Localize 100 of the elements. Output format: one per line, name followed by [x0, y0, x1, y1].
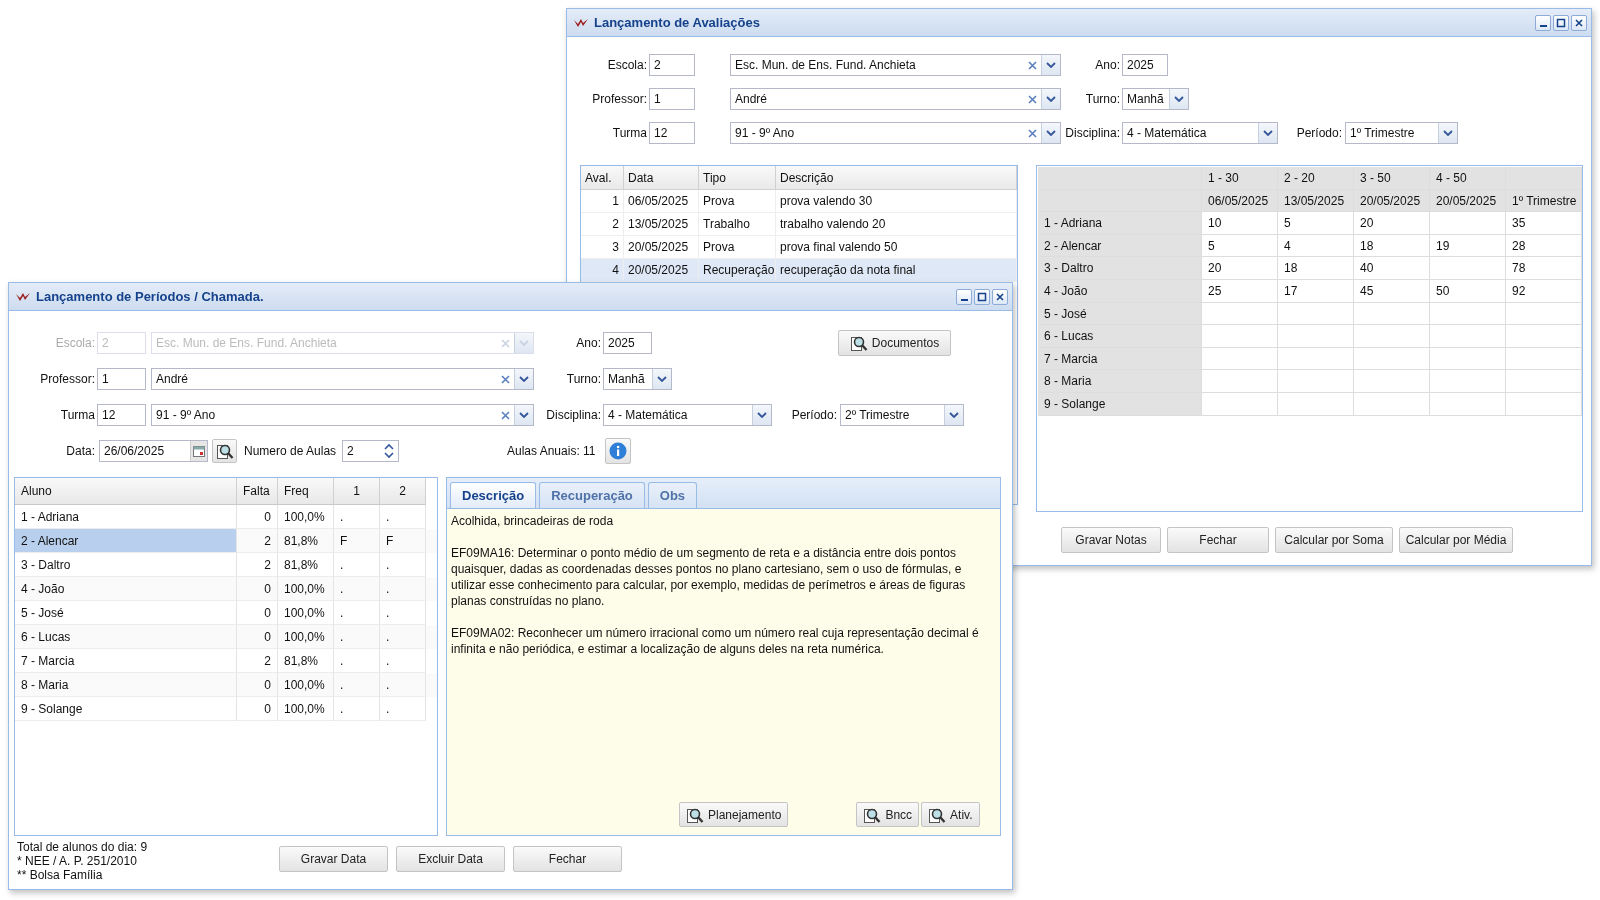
action-button[interactable]: Bncc — [856, 802, 920, 827]
action-button[interactable]: Ativ. — [921, 802, 980, 827]
caret-down-icon[interactable] — [652, 369, 671, 389]
maximize-button[interactable] — [974, 288, 990, 305]
year-field[interactable]: 2025 — [603, 332, 652, 354]
grade-cell[interactable]: 78 — [1506, 257, 1582, 280]
grade-cell[interactable]: 19 — [1430, 234, 1506, 258]
action-button[interactable]: Gravar Data — [279, 846, 388, 872]
grade-cell[interactable]: 18 — [1278, 257, 1354, 280]
empty-grade-cell[interactable] — [1430, 302, 1506, 326]
grade-cell[interactable]: 17 — [1278, 279, 1354, 303]
description-field[interactable]: Acolhida, brincadeiras de roda EF09MA16: Determinar o ponto médio de um segmento de reta e a distância entre dois pontos quaisquer, dadas as coordenadas desses pontos no plano cartesiano, sem o uso de fórmulas, e utilizar esse conhecimento para calcular, por exemplo, medidas de perímetros e áreas de figuras planas construídas no plano. EF09MA02: Reconhecer um número irracional como um número real cuja representação decimal é infinita e não periódica, e estimar a localização de alguns deles na reta numérica. — [447, 509, 1000, 802]
table-row[interactable]: 6 - Lucas 0 100,0% . . — [15, 625, 437, 649]
column-header[interactable]: Data — [624, 166, 699, 190]
grade-cell[interactable]: 20 — [1354, 212, 1430, 235]
table-row[interactable]: 4 - João 0 100,0% . . — [15, 577, 437, 601]
action-button[interactable]: Fechar — [513, 846, 622, 872]
empty-grade-cell[interactable] — [1354, 325, 1430, 348]
code-field[interactable]: 2 — [649, 54, 695, 76]
column-header[interactable]: Freq — [278, 478, 334, 505]
code-field[interactable]: 12 — [97, 404, 146, 426]
tab[interactable]: Descrição — [450, 482, 537, 508]
documents-button[interactable]: Documentos — [838, 330, 951, 356]
empty-grade-cell[interactable] — [1430, 370, 1506, 393]
empty-grade-cell[interactable] — [1354, 392, 1430, 416]
caret-down-icon[interactable] — [1258, 123, 1277, 143]
info-button[interactable] — [605, 438, 631, 464]
table-row[interactable]: 9 - Solange 0 100,0% . . — [15, 697, 437, 721]
grade-cell[interactable]: 28 — [1506, 234, 1582, 258]
column-header[interactable]: 2 — [380, 478, 426, 505]
caret-down-icon[interactable] — [1041, 123, 1060, 143]
tab[interactable]: Obs — [647, 482, 698, 508]
grade-cell[interactable]: 5 — [1202, 234, 1278, 258]
empty-grade-cell[interactable] — [1430, 212, 1506, 235]
column-header[interactable]: Falta — [237, 478, 278, 505]
column-header[interactable]: 1 — [334, 478, 380, 505]
grade-cell[interactable]: 10 — [1202, 212, 1278, 235]
action-button[interactable]: Planejamento — [679, 802, 789, 827]
empty-grade-cell[interactable] — [1278, 392, 1354, 416]
empty-grade-cell[interactable] — [1430, 257, 1506, 280]
number-spinner[interactable]: 2 — [342, 440, 399, 462]
dropdown[interactable]: 4 - Matemática — [1122, 122, 1278, 144]
grade-cell[interactable]: 92 — [1506, 279, 1582, 303]
name-combobox[interactable]: André — [151, 368, 534, 390]
table-row[interactable]: 8 - Maria 0 100,0% . . — [15, 673, 437, 697]
empty-grade-cell[interactable] — [1278, 370, 1354, 393]
close-button[interactable] — [992, 288, 1008, 305]
maximize-button[interactable] — [1553, 14, 1569, 31]
empty-grade-cell[interactable] — [1354, 370, 1430, 393]
grade-cell[interactable]: 35 — [1506, 212, 1582, 235]
name-combobox[interactable]: Esc. Mun. de Ens. Fund. Anchieta — [730, 54, 1061, 76]
date-field[interactable]: 26/06/2025 — [99, 440, 208, 462]
empty-grade-cell[interactable] — [1506, 325, 1582, 348]
caret-down-icon[interactable] — [514, 405, 533, 425]
name-combobox[interactable]: 91 - 9º Ano — [151, 404, 534, 426]
grade-cell[interactable]: 20 — [1202, 257, 1278, 280]
grade-cell[interactable]: 4 — [1278, 234, 1354, 258]
caret-down-icon[interactable] — [944, 405, 963, 425]
minimize-button[interactable] — [956, 288, 972, 305]
year-field[interactable]: 2025 — [1122, 54, 1168, 76]
code-field[interactable]: 1 — [97, 368, 146, 390]
grade-cell[interactable]: 50 — [1430, 279, 1506, 303]
dropdown[interactable]: Manhã — [603, 368, 672, 390]
dropdown[interactable]: Manhã — [1122, 88, 1189, 110]
caret-down-icon[interactable] — [1169, 89, 1188, 109]
empty-grade-cell[interactable] — [1430, 347, 1506, 371]
action-button[interactable]: Fechar — [1167, 527, 1269, 553]
close-button[interactable] — [1571, 14, 1587, 31]
calendar-icon[interactable] — [190, 441, 207, 461]
table-row[interactable]: 2 - Alencar 2 81,8% F F — [15, 529, 437, 553]
caret-down-icon[interactable] — [1041, 55, 1060, 75]
table-row[interactable]: 2 13/05/2025 Trabalho trabalho valendo 20 — [581, 213, 1017, 236]
minimize-button[interactable] — [1535, 14, 1551, 31]
empty-grade-cell[interactable] — [1354, 302, 1430, 326]
empty-grade-cell[interactable] — [1278, 347, 1354, 371]
table-row[interactable]: 4 20/05/2025 Recuperação recuperação da nota final — [581, 259, 1017, 282]
caret-down-icon[interactable] — [1438, 123, 1457, 143]
grade-cell[interactable]: 25 — [1202, 279, 1278, 303]
column-header[interactable]: Tipo — [699, 166, 776, 190]
action-button[interactable]: Gravar Notas — [1061, 527, 1161, 553]
empty-grade-cell[interactable] — [1278, 302, 1354, 326]
action-button[interactable]: Excluir Data — [396, 846, 505, 872]
empty-grade-cell[interactable] — [1506, 392, 1582, 416]
empty-grade-cell[interactable] — [1506, 347, 1582, 371]
code-field[interactable]: 12 — [649, 122, 695, 144]
dropdown[interactable]: 4 - Matemática — [603, 404, 772, 426]
empty-grade-cell[interactable] — [1278, 325, 1354, 348]
dropdown[interactable]: 1º Trimestre — [1345, 122, 1458, 144]
code-field[interactable]: 1 — [649, 88, 695, 110]
caret-down-icon[interactable] — [752, 405, 771, 425]
name-combobox[interactable]: André — [730, 88, 1061, 110]
column-header[interactable]: Aval. — [581, 166, 624, 190]
tab[interactable]: Recuperação — [539, 482, 645, 508]
action-button[interactable]: Calcular por Média — [1399, 527, 1513, 553]
caret-down-icon[interactable] — [1041, 89, 1060, 109]
action-button[interactable]: Calcular por Soma — [1275, 527, 1393, 553]
grade-cell[interactable]: 5 — [1278, 212, 1354, 235]
table-row[interactable]: 1 06/05/2025 Prova prova valendo 30 — [581, 190, 1017, 213]
empty-grade-cell[interactable] — [1430, 325, 1506, 348]
name-combobox[interactable]: 91 - 9º Ano — [730, 122, 1061, 144]
